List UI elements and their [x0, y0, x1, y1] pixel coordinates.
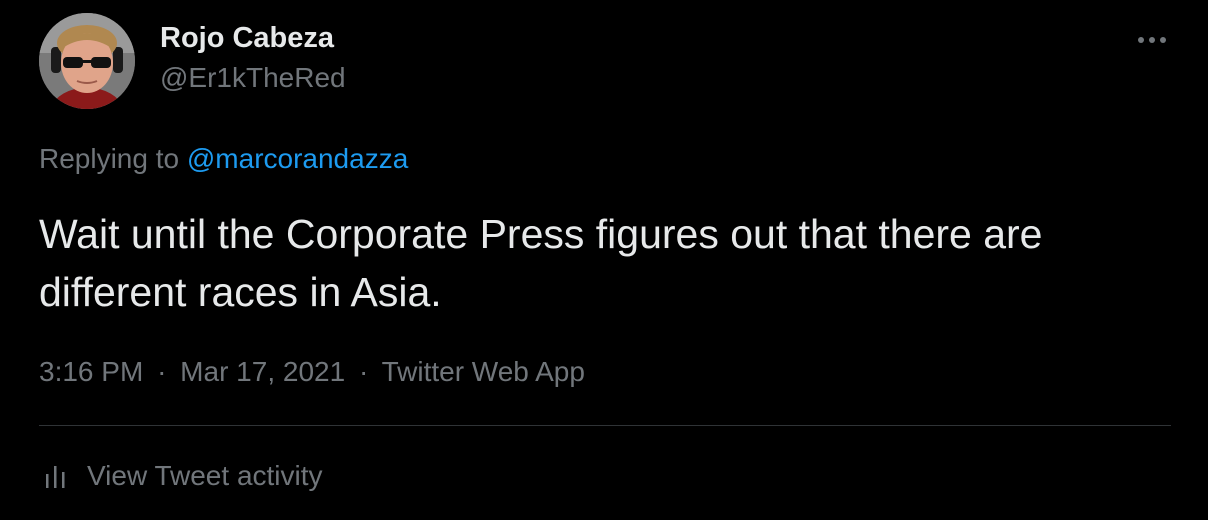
more-options-button[interactable] — [1134, 28, 1170, 52]
replying-to-line: Replying to @marcorandazza — [39, 143, 408, 175]
avatar[interactable] — [39, 13, 135, 109]
meta-separator: · — [358, 356, 369, 387]
meta-separator: · — [157, 356, 167, 387]
tweet-date[interactable]: Mar 17, 2021 — [180, 356, 345, 387]
author-handle[interactable]: @Er1kTheRed — [160, 62, 346, 94]
view-tweet-activity-label: View Tweet activity — [87, 460, 323, 491]
tweet-source[interactable]: Twitter Web App — [382, 356, 585, 387]
tweet-detail: Rojo Cabeza @Er1kTheRed Replying to @mar… — [0, 0, 1208, 520]
tweet-time[interactable]: 3:16 PM — [39, 356, 143, 387]
divider — [39, 425, 1171, 426]
view-tweet-activity-link[interactable]: View Tweet activity — [45, 460, 323, 492]
author-display-name[interactable]: Rojo Cabeza — [160, 22, 334, 55]
tweet-metadata: 3:16 PM · Mar 17, 2021 · Twitter Web App — [39, 356, 585, 388]
replying-to-label: Replying to — [39, 143, 180, 174]
more-horizontal-icon — [1138, 37, 1166, 43]
reply-mention-link[interactable]: @marcorandazza — [187, 143, 408, 174]
avatar-photo — [39, 13, 135, 109]
tweet-text: Wait until the Corporate Press figures o… — [39, 211, 1043, 315]
bar-chart-icon — [45, 464, 67, 488]
